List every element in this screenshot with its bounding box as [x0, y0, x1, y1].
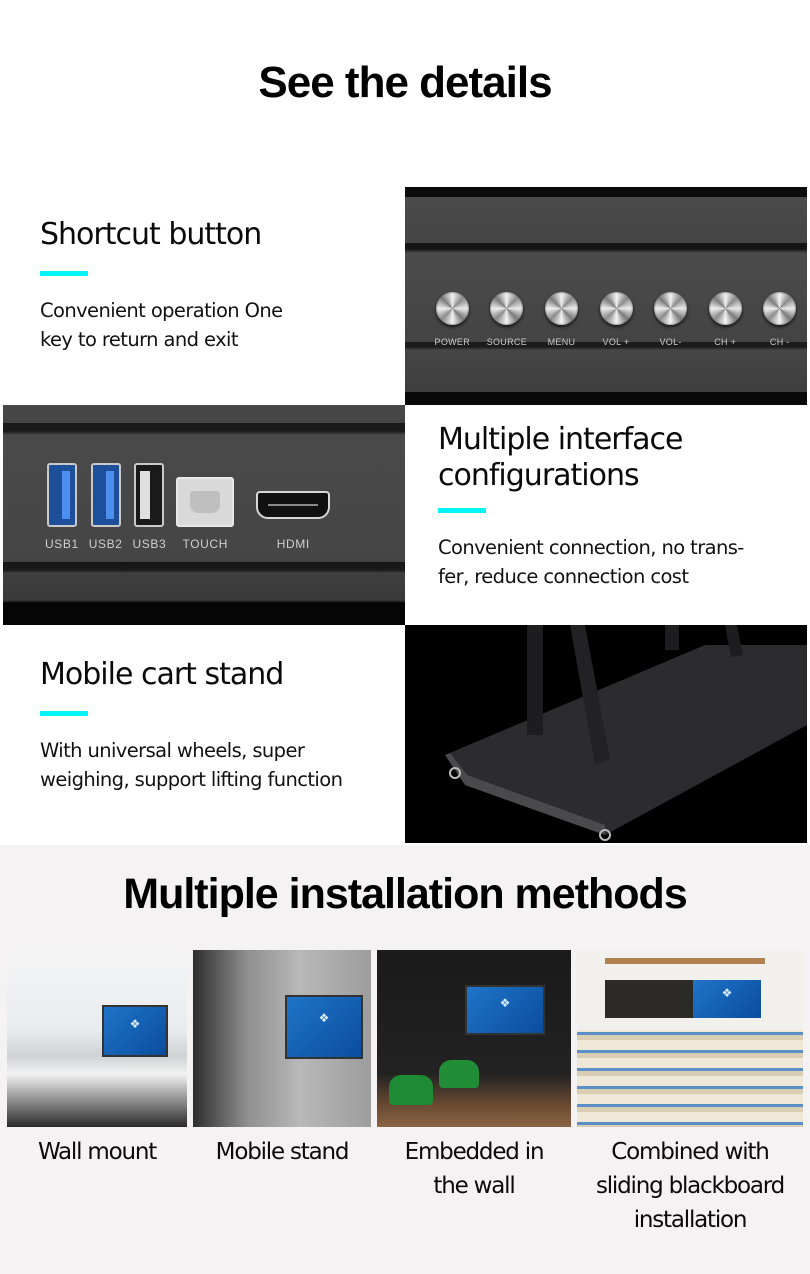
power-knob-icon: [435, 292, 469, 325]
description-line: fer, reduce connection cost: [438, 565, 689, 588]
green-chair: [439, 1060, 479, 1088]
accent-bar: [40, 711, 88, 716]
mobile-cart-stand-photo: [405, 625, 807, 843]
install-label: Mobile stand: [215, 1135, 350, 1169]
label-line: Embedded in: [404, 1139, 545, 1165]
label-line: Combined with: [611, 1139, 770, 1165]
description-line: key to return and exit: [40, 328, 238, 351]
knob-vol-up: VOL +: [589, 292, 644, 347]
label-line: Mobile stand: [215, 1139, 350, 1165]
display-screen-icon: [693, 980, 761, 1018]
description-line: Convenient connection, no trans-: [438, 536, 744, 559]
ch-up-knob-icon: [708, 292, 742, 325]
description-line: Convenient operation One: [40, 299, 283, 322]
port-label: USB3: [132, 537, 167, 551]
mobile-stand-photo: [193, 950, 371, 1127]
heading-line: Multiple interface: [438, 422, 683, 457]
menu-knob-icon: [544, 292, 578, 325]
accent-bar: [438, 508, 486, 513]
knob-label: SOURCE: [486, 337, 528, 347]
install-label: Combined with sliding blackboard install…: [595, 1135, 785, 1237]
description-line: With universal wheels, super: [40, 739, 305, 762]
installation-methods-list: Wall mount Mobile stand Embedded in the …: [7, 950, 803, 1237]
port-usb3: USB3: [133, 463, 167, 551]
usb-port-icon: [46, 463, 77, 527]
label-line: Wall mount: [37, 1139, 157, 1165]
label-line: the wall: [433, 1173, 515, 1199]
feature-shortcut-button: Shortcut button Convenient operation One…: [40, 217, 283, 354]
install-sliding-blackboard: Combined with sliding blackboard install…: [577, 950, 803, 1237]
knob-label: CH +: [714, 337, 737, 347]
port-label: USB2: [88, 537, 123, 551]
knob-label: VOL-: [659, 337, 682, 347]
blackboard: [605, 980, 693, 1018]
wood-trim: [605, 958, 765, 964]
display-screen-icon: [465, 985, 545, 1035]
knob-ch-down: CH -: [752, 292, 807, 347]
embedded-wall-photo: [377, 950, 571, 1127]
vol-up-knob-icon: [599, 292, 633, 325]
install-wall-mount: Wall mount: [7, 950, 187, 1237]
cart-pole-rear: [665, 625, 679, 650]
feature-description: Convenient operation One key to return a…: [40, 296, 283, 354]
install-label: Wall mount: [37, 1135, 157, 1169]
port-label: HDMI: [276, 537, 310, 551]
sliding-blackboard-photo: [577, 950, 803, 1127]
hdmi-port-icon: [256, 491, 331, 519]
display-screen-icon: [285, 995, 363, 1059]
usb-port-icon: [90, 463, 121, 527]
shortcut-button-panel-photo: POWER SOURCE MENU VOL + VOL- CH + CH -: [405, 187, 807, 405]
port-label: TOUCH: [182, 537, 228, 551]
feature-description: Convenient connection, no trans- fer, re…: [438, 533, 744, 591]
knob-source: SOURCE: [480, 292, 535, 347]
install-embedded-wall: Embedded in the wall: [377, 950, 571, 1237]
knob-power: POWER: [425, 292, 480, 347]
port-hdmi: HDMI: [256, 491, 331, 551]
port-usb1: USB1: [45, 463, 79, 551]
feature-heading: Shortcut button: [40, 217, 262, 252]
wall-mount-photo: [7, 950, 187, 1127]
feature-mobile-cart: Mobile cart stand With universal wheels,…: [40, 657, 343, 794]
knob-vol-down: VOL-: [643, 292, 698, 347]
usb-b-port-icon: [176, 477, 235, 527]
feature-heading: Mobile cart stand: [40, 657, 284, 692]
cart-stand-illustration: [445, 625, 807, 841]
usb-port-icon: [134, 463, 165, 527]
feature-heading: Multiple interface configurations: [438, 422, 744, 494]
interface-ports-panel-photo: USB1 USB2 USB3 TOUCH HDMI: [3, 405, 405, 625]
knob-menu: MENU: [534, 292, 589, 347]
heading-line: configurations: [438, 458, 640, 493]
knob-row: POWER SOURCE MENU VOL + VOL- CH + CH -: [425, 292, 807, 347]
display-screen-icon: [102, 1005, 168, 1057]
section-title-see-details: See the details: [258, 58, 552, 107]
label-line: installation: [633, 1207, 748, 1233]
knob-label: POWER: [434, 337, 471, 347]
knob-ch-up: CH +: [698, 292, 753, 347]
port-label: USB1: [45, 537, 79, 551]
install-label: Embedded in the wall: [404, 1135, 545, 1203]
section-title-installation-methods: Multiple installation methods: [123, 870, 687, 918]
cart-base: [445, 645, 807, 835]
ch-down-knob-icon: [763, 292, 797, 325]
port-row: USB1 USB2 USB3 TOUCH HDMI: [45, 463, 340, 551]
knob-label: CH -: [769, 337, 790, 347]
source-knob-icon: [490, 292, 524, 325]
port-touch: TOUCH: [176, 477, 235, 551]
cart-pole: [527, 625, 543, 735]
install-mobile-stand: Mobile stand: [193, 950, 371, 1237]
green-chair: [389, 1075, 433, 1105]
vol-down-knob-icon: [654, 292, 688, 325]
knob-label: VOL +: [602, 337, 630, 347]
accent-bar: [40, 271, 88, 276]
feature-description: With universal wheels, super weighing, s…: [40, 736, 343, 794]
port-usb2: USB2: [89, 463, 123, 551]
knob-label: MENU: [547, 337, 576, 347]
description-line: weighing, support lifting function: [40, 768, 343, 791]
feature-multiple-interface: Multiple interface configurations Conven…: [438, 422, 744, 591]
label-line: sliding blackboard: [595, 1173, 785, 1199]
